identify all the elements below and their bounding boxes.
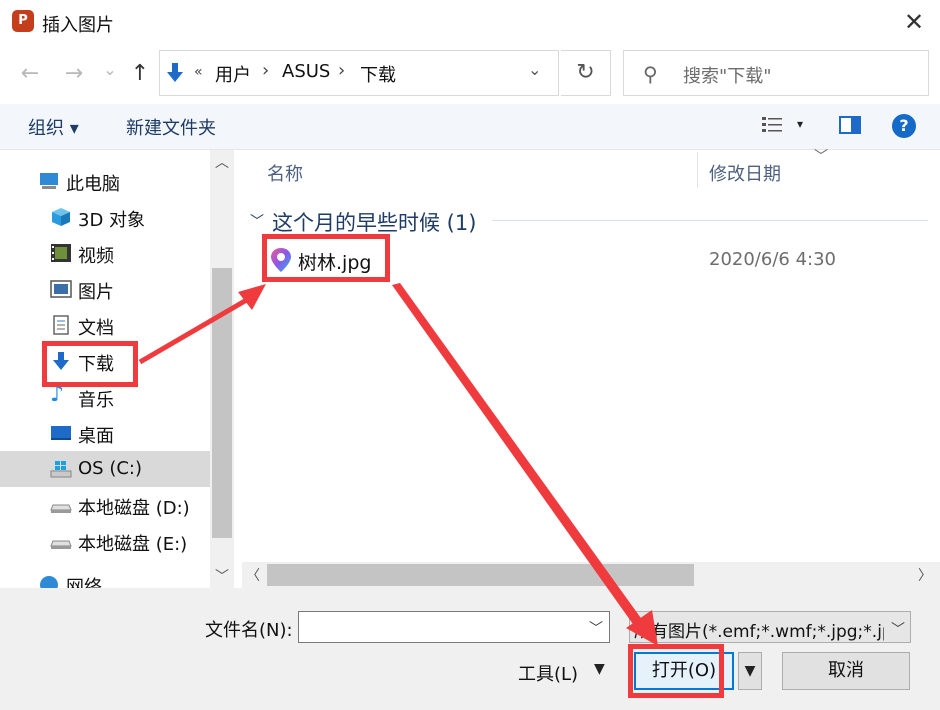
group-collapse-chevron-icon[interactable]: ﹀	[250, 211, 264, 231]
open-dropdown-icon[interactable]: ▼	[738, 652, 762, 690]
organize-button[interactable]: 组织 ▾	[28, 114, 79, 140]
title-bar	[0, 0, 940, 44]
scroll-down-chevron-icon[interactable]: ﹀	[212, 566, 232, 586]
horizontal-scrollbar-thumb[interactable]	[267, 564, 694, 586]
network-icon	[40, 576, 58, 588]
annotation-box-file	[262, 234, 390, 282]
sidebar-item-label: 本地磁盘 (E:)	[78, 534, 188, 555]
desktop-icon	[51, 426, 71, 440]
help-icon[interactable]: ?	[892, 114, 916, 138]
document-icon	[53, 315, 69, 335]
filename-label: 文件名(N):	[205, 620, 293, 641]
preview-pane-icon[interactable]	[839, 116, 861, 134]
download-folder-icon	[167, 63, 183, 82]
sidebar-item-label: 图片	[78, 282, 114, 303]
pictures-icon	[50, 280, 72, 298]
up-arrow-icon[interactable]: ↑	[128, 62, 152, 86]
file-type-chevron-icon[interactable]: ﹀	[891, 619, 905, 639]
tools-dropdown-icon[interactable]: ▼	[594, 661, 605, 677]
filename-dropdown-chevron-icon[interactable]: ﹀	[589, 618, 603, 638]
file-type-value: 所有图片(*.emf;*.wmf;*.jpg;*.jp	[634, 622, 884, 642]
recent-locations-chevron-icon[interactable]: ⌄	[98, 58, 122, 82]
file-modified-date: 2020/6/6 4:30	[709, 249, 836, 270]
sidebar-item-documents[interactable]: 文档	[0, 307, 210, 343]
sidebar-item-desktop[interactable]: 桌面	[0, 415, 210, 451]
sidebar-item-label: 此电脑	[66, 174, 120, 195]
drive-icon	[50, 540, 72, 549]
sidebar-item-network[interactable]: 网络	[0, 566, 210, 588]
sidebar-item-3d-objects[interactable]: 3D 对象	[0, 199, 210, 235]
view-dropdown-icon[interactable]: ▾	[797, 117, 803, 131]
column-header-date[interactable]: 修改日期	[709, 160, 781, 186]
breadcrumb-users[interactable]: 用户	[215, 61, 251, 87]
sidebar-item-label: 3D 对象	[78, 210, 146, 231]
sidebar-item-label: 本地磁盘 (D:)	[78, 498, 190, 519]
search-icon: ⚲	[643, 62, 658, 86]
annotation-box-open-button	[628, 644, 724, 698]
scroll-left-chevron-icon[interactable]: 〈	[246, 565, 260, 585]
video-icon	[51, 244, 71, 262]
dialog-footer	[0, 588, 940, 710]
nav-scrollbar-thumb[interactable]	[212, 268, 232, 538]
breadcrumb-downloads[interactable]: 下载	[360, 61, 396, 87]
drive-windows-icon	[50, 461, 72, 478]
sidebar-item-videos[interactable]: 视频	[0, 235, 210, 271]
view-details-icon[interactable]	[760, 114, 784, 136]
close-button[interactable]: ✕	[898, 8, 930, 36]
sidebar-item-disk-d[interactable]: 本地磁盘 (D:)	[0, 487, 210, 523]
group-divider	[492, 220, 928, 221]
new-folder-button[interactable]: 新建文件夹	[126, 114, 216, 140]
filename-input[interactable]	[298, 611, 610, 643]
cancel-button[interactable]: 取消	[782, 652, 910, 690]
sidebar-item-label: 桌面	[78, 426, 114, 447]
computer-icon	[40, 173, 58, 189]
sidebar-item-label: 网络	[66, 577, 102, 588]
sidebar-item-label: 文档	[78, 318, 114, 339]
breadcrumb-overflow[interactable]: «	[194, 64, 203, 80]
address-dropdown-chevron-icon[interactable]: ⌄	[528, 60, 541, 79]
drive-icon	[50, 504, 72, 513]
sidebar-item-os-c[interactable]: OS (C:)	[0, 451, 210, 487]
tools-button[interactable]: 工具(L)	[518, 660, 578, 686]
column-header-name[interactable]: 名称	[267, 160, 303, 186]
breadcrumb-separator[interactable]: ›	[262, 60, 269, 81]
scroll-up-chevron-icon[interactable]: ︿	[212, 152, 232, 172]
search-placeholder: 搜索"下载"	[683, 66, 772, 87]
scroll-right-chevron-icon[interactable]: 〉	[918, 565, 932, 585]
sidebar-item-disk-e[interactable]: 本地磁盘 (E:)	[0, 523, 210, 559]
sidebar-item-label: OS (C:)	[78, 458, 142, 479]
breadcrumb-separator[interactable]: ›	[338, 60, 345, 81]
forward-arrow-icon[interactable]: →	[62, 62, 86, 86]
sidebar-item-pictures[interactable]: 图片	[0, 271, 210, 307]
sort-chevron-icon: ﹀	[814, 149, 828, 165]
breadcrumb-asus[interactable]: ASUS	[282, 61, 330, 82]
sidebar-item-this-pc[interactable]: 此电脑	[0, 163, 210, 199]
cube-icon	[52, 208, 70, 226]
window-title: 插入图片	[42, 15, 114, 36]
sidebar-item-label: 视频	[78, 246, 114, 267]
sidebar-item-label: 音乐	[78, 390, 114, 411]
annotation-box-downloads	[42, 341, 138, 387]
search-input[interactable]	[623, 50, 929, 96]
column-divider[interactable]	[697, 152, 698, 188]
group-header[interactable]: 这个月的早些时候 (1)	[272, 207, 476, 237]
refresh-button[interactable]: ↻	[561, 50, 611, 96]
back-arrow-icon[interactable]: ←	[18, 62, 42, 86]
powerpoint-app-icon: P	[12, 10, 34, 32]
